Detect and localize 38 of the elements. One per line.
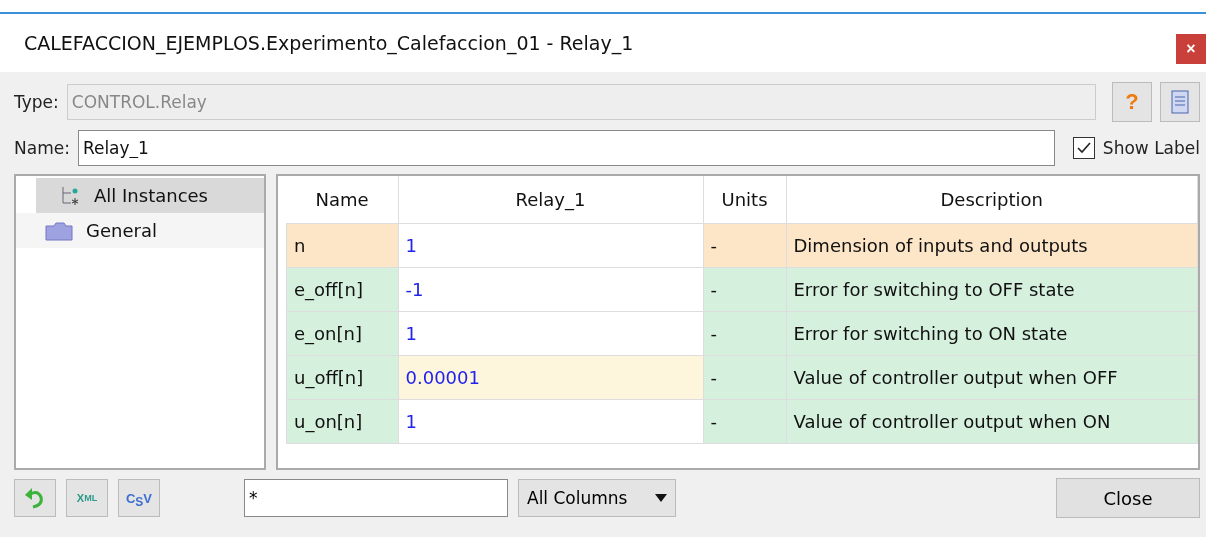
show-label-checkbox[interactable] (1072, 137, 1095, 159)
folder-icon (44, 219, 74, 242)
table-cell: u_on[n] (286, 399, 398, 444)
tree-item[interactable]: All Instances (36, 178, 264, 213)
filter-field[interactable]: * (244, 479, 508, 517)
csv-button[interactable]: CSV (118, 479, 160, 517)
undo-button[interactable] (14, 479, 56, 517)
table-cell: - (703, 223, 786, 268)
close-button[interactable]: Close (1056, 478, 1200, 518)
column-dropdown[interactable]: All Columns (518, 479, 676, 517)
name-field[interactable]: Relay_1 (77, 130, 1055, 166)
table-cell: e_on[n] (286, 311, 398, 356)
name-label: Name: (14, 138, 70, 158)
table-cell: e_off[n] (286, 267, 398, 312)
table-cell: u_off[n] (286, 355, 398, 400)
close-icon[interactable]: × (1176, 34, 1206, 64)
show-label-text: Show Label (1102, 138, 1200, 158)
table-cell: Dimension of inputs and outputs (786, 223, 1198, 268)
caret-icon (655, 494, 667, 502)
table-cell: n (286, 223, 398, 268)
window-title: CALEFACCION_EJEMPLOS.Experimento_Calefaccion_01 - Relay_1 (24, 32, 634, 54)
table-cell: Value of controller output when ON (786, 399, 1198, 444)
check-icon (1075, 140, 1092, 156)
document-icon[interactable] (1160, 82, 1200, 122)
table-cell: - (703, 399, 786, 444)
tree-item[interactable]: General (16, 213, 264, 248)
table-cell: Value of controller output when OFF (786, 355, 1198, 400)
table-cell: -1 (398, 267, 703, 312)
table-cell: Error for switching to OFF state (786, 267, 1198, 312)
table-cell: - (703, 355, 786, 400)
table-cell: 0.00001 (398, 355, 703, 400)
table-cell: 1 (398, 311, 703, 356)
table-cell: - (703, 311, 786, 356)
type-label: Type: (14, 92, 59, 112)
table-cell: - (703, 267, 786, 312)
table-cell: Error for switching to ON state (786, 311, 1198, 356)
table-cell: 1 (398, 223, 703, 268)
table-cell: 1 (398, 399, 703, 444)
